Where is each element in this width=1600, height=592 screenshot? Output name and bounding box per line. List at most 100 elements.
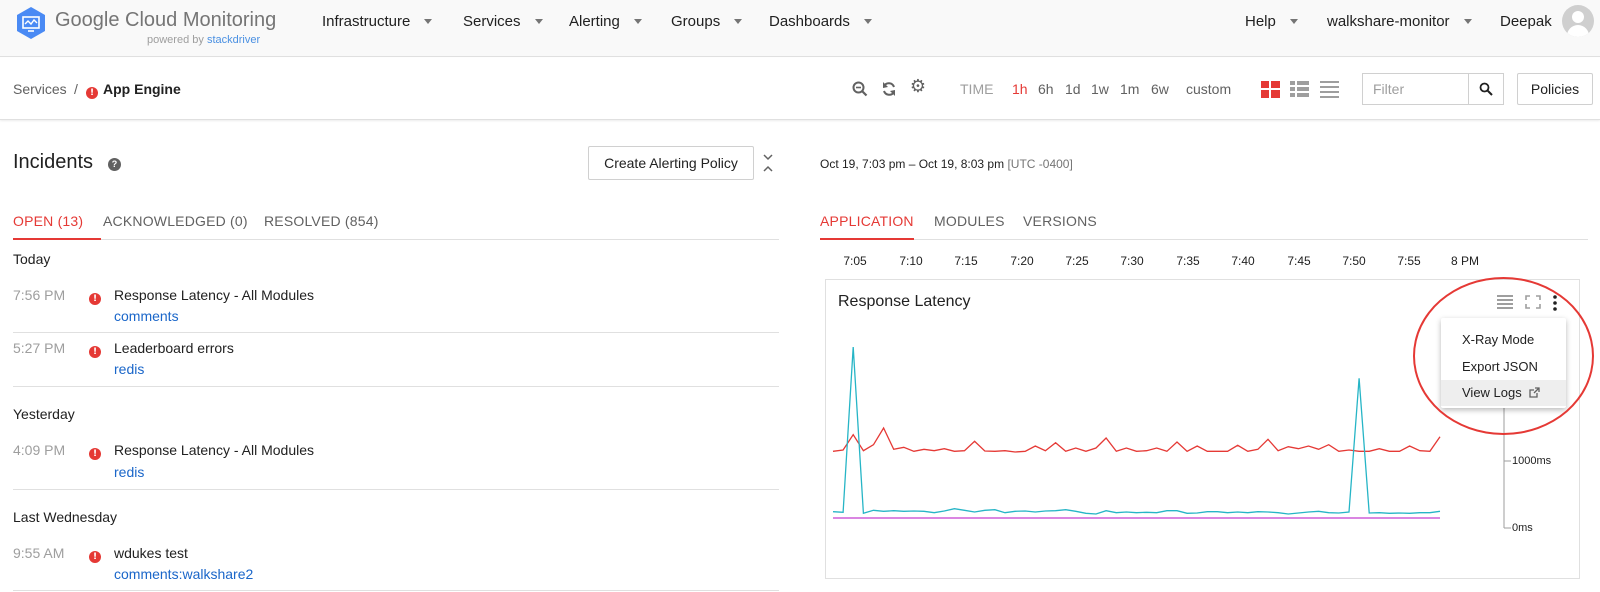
chart-title: Response Latency bbox=[838, 293, 971, 310]
legend-toggle-icon[interactable] bbox=[1497, 295, 1513, 309]
help-icon[interactable]: ? bbox=[108, 158, 121, 171]
nav-services[interactable]: Services bbox=[463, 13, 543, 30]
time-option-1w[interactable]: 1w bbox=[1091, 81, 1109, 97]
x-tick-label: 7:10 bbox=[899, 254, 923, 268]
top-navigation: Google Cloud Monitoring powered by stack… bbox=[0, 0, 1600, 57]
tab-resolved[interactable]: RESOLVED (854) bbox=[264, 213, 379, 229]
avatar[interactable] bbox=[1562, 5, 1594, 37]
x-tick-label: 7:25 bbox=[1065, 254, 1089, 268]
list-view-icon[interactable] bbox=[1290, 81, 1309, 98]
project-name: walkshare-monitor bbox=[1327, 13, 1450, 30]
chevron-down-icon bbox=[863, 18, 872, 24]
menu-item-xray-mode[interactable]: X-Ray Mode bbox=[1441, 327, 1566, 353]
powered-by-label: powered by stackdriver bbox=[147, 34, 260, 46]
nav-infrastructure-label: Infrastructure bbox=[322, 13, 411, 30]
menu-item-export-json[interactable]: Export JSON bbox=[1441, 354, 1566, 380]
stackdriver-brand: stackdriver bbox=[206, 34, 261, 46]
view-logs-label: View Logs bbox=[1462, 385, 1522, 400]
time-option-1d[interactable]: 1d bbox=[1065, 81, 1081, 97]
error-status-icon: ! bbox=[89, 288, 101, 305]
monitoring-logo-icon[interactable] bbox=[14, 6, 48, 40]
chevron-down-icon bbox=[633, 18, 642, 24]
compact-list-icon[interactable] bbox=[1320, 81, 1339, 98]
time-option-6w[interactable]: 6w bbox=[1151, 81, 1169, 97]
filter-input[interactable] bbox=[1362, 73, 1468, 105]
y-tick-label: 1000ms bbox=[1512, 455, 1552, 467]
tab-versions[interactable]: VERSIONS bbox=[1023, 213, 1097, 229]
policies-button[interactable]: Policies bbox=[1517, 73, 1593, 105]
settings-icon[interactable]: ⚙ bbox=[909, 78, 927, 96]
project-selector[interactable]: walkshare-monitor bbox=[1327, 13, 1472, 30]
error-status-icon: ! bbox=[89, 341, 101, 358]
nav-dashboards[interactable]: Dashboards bbox=[769, 13, 872, 30]
time-option-1h[interactable]: 1h bbox=[1012, 81, 1028, 97]
nav-groups[interactable]: Groups bbox=[671, 13, 743, 30]
breadcrumb-separator: / bbox=[74, 81, 78, 97]
row-divider bbox=[13, 332, 779, 333]
nav-alerting[interactable]: Alerting bbox=[569, 13, 642, 30]
incidents-title: Incidents bbox=[13, 151, 94, 173]
chevron-down-icon bbox=[424, 18, 433, 24]
y-tick-label: 0ms bbox=[1512, 522, 1533, 534]
response-latency-chart bbox=[832, 346, 1511, 529]
breadcrumb-services[interactable]: Services bbox=[13, 81, 67, 97]
time-range-value: Oct 19, 7:03 pm – Oct 19, 8:03 pm bbox=[820, 157, 1005, 171]
time-option-1m[interactable]: 1m bbox=[1120, 81, 1139, 97]
chevron-down-icon bbox=[534, 18, 543, 24]
nav-help-label: Help bbox=[1245, 13, 1276, 30]
zoom-out-icon[interactable] bbox=[851, 80, 869, 98]
time-option-6h[interactable]: 6h bbox=[1038, 81, 1054, 97]
incident-resource-link[interactable]: redis bbox=[114, 361, 144, 377]
incident-name[interactable]: Leaderboard errors bbox=[114, 340, 234, 356]
tab-application[interactable]: APPLICATION bbox=[820, 213, 914, 229]
chevron-down-icon bbox=[1289, 18, 1298, 24]
error-status-icon: ! bbox=[86, 82, 98, 99]
nav-help[interactable]: Help bbox=[1245, 13, 1298, 30]
create-alerting-policy-button[interactable]: Create Alerting Policy bbox=[588, 146, 754, 180]
x-tick-label: 7:35 bbox=[1176, 254, 1200, 268]
group-header-last-wednesday: Last Wednesday bbox=[13, 509, 118, 525]
incident-time: 4:09 PM bbox=[13, 442, 66, 458]
nav-alerting-label: Alerting bbox=[569, 13, 620, 30]
time-range: Oct 19, 7:03 pm – Oct 19, 8:03 pm [UTC -… bbox=[820, 157, 1073, 171]
x-tick-label: 7:40 bbox=[1231, 254, 1255, 268]
user-name[interactable]: Deepak bbox=[1500, 13, 1552, 30]
x-tick-label: 8 PM bbox=[1450, 254, 1479, 268]
menu-item-view-logs[interactable]: View Logs bbox=[1441, 380, 1566, 406]
incident-resource-link[interactable]: comments bbox=[114, 308, 179, 324]
incident-name[interactable]: wdukes test bbox=[114, 545, 188, 561]
error-status-icon: ! bbox=[89, 546, 101, 563]
tab-modules[interactable]: MODULES bbox=[934, 213, 1005, 229]
incident-name[interactable]: Response Latency - All Modules bbox=[114, 287, 314, 303]
tabs-divider bbox=[820, 239, 1588, 240]
time-label: TIME bbox=[960, 81, 994, 97]
product-name[interactable]: Google Cloud Monitoring bbox=[55, 9, 276, 32]
more-options-icon[interactable] bbox=[1552, 295, 1558, 311]
collapse-icon[interactable] bbox=[762, 152, 774, 174]
error-status-icon: ! bbox=[89, 443, 101, 460]
search-button[interactable] bbox=[1468, 73, 1504, 105]
row-divider bbox=[13, 489, 779, 490]
incident-resource-link[interactable]: comments:walkshare2 bbox=[114, 566, 253, 582]
page-toolbar: Services / ! App Engine ⚙ TIME 1h 6h 1d … bbox=[0, 58, 1600, 120]
incident-time: 5:27 PM bbox=[13, 340, 66, 356]
grid-view-icon[interactable] bbox=[1261, 81, 1280, 98]
incident-resource-link[interactable]: redis bbox=[114, 464, 144, 480]
refresh-icon[interactable] bbox=[880, 80, 898, 98]
incident-name[interactable]: Response Latency - All Modules bbox=[114, 442, 314, 458]
row-divider bbox=[13, 386, 779, 387]
incident-time: 9:55 AM bbox=[13, 545, 65, 561]
tab-acknowledged[interactable]: ACKNOWLEDGED (0) bbox=[103, 213, 248, 229]
fullscreen-icon[interactable] bbox=[1525, 295, 1541, 309]
chevron-down-icon bbox=[1463, 18, 1472, 24]
timezone-label: [UTC -0400] bbox=[1007, 157, 1073, 171]
tab-open-indicator bbox=[13, 238, 101, 240]
tab-open[interactable]: OPEN (13) bbox=[13, 213, 83, 229]
x-tick-label: 7:50 bbox=[1342, 254, 1366, 268]
x-tick-label: 7:55 bbox=[1397, 254, 1421, 268]
x-tick-label: 7:05 bbox=[843, 254, 867, 268]
nav-groups-label: Groups bbox=[671, 13, 721, 30]
nav-infrastructure[interactable]: Infrastructure bbox=[322, 13, 433, 30]
nav-services-label: Services bbox=[463, 13, 521, 30]
time-option-custom[interactable]: custom bbox=[1186, 81, 1231, 97]
